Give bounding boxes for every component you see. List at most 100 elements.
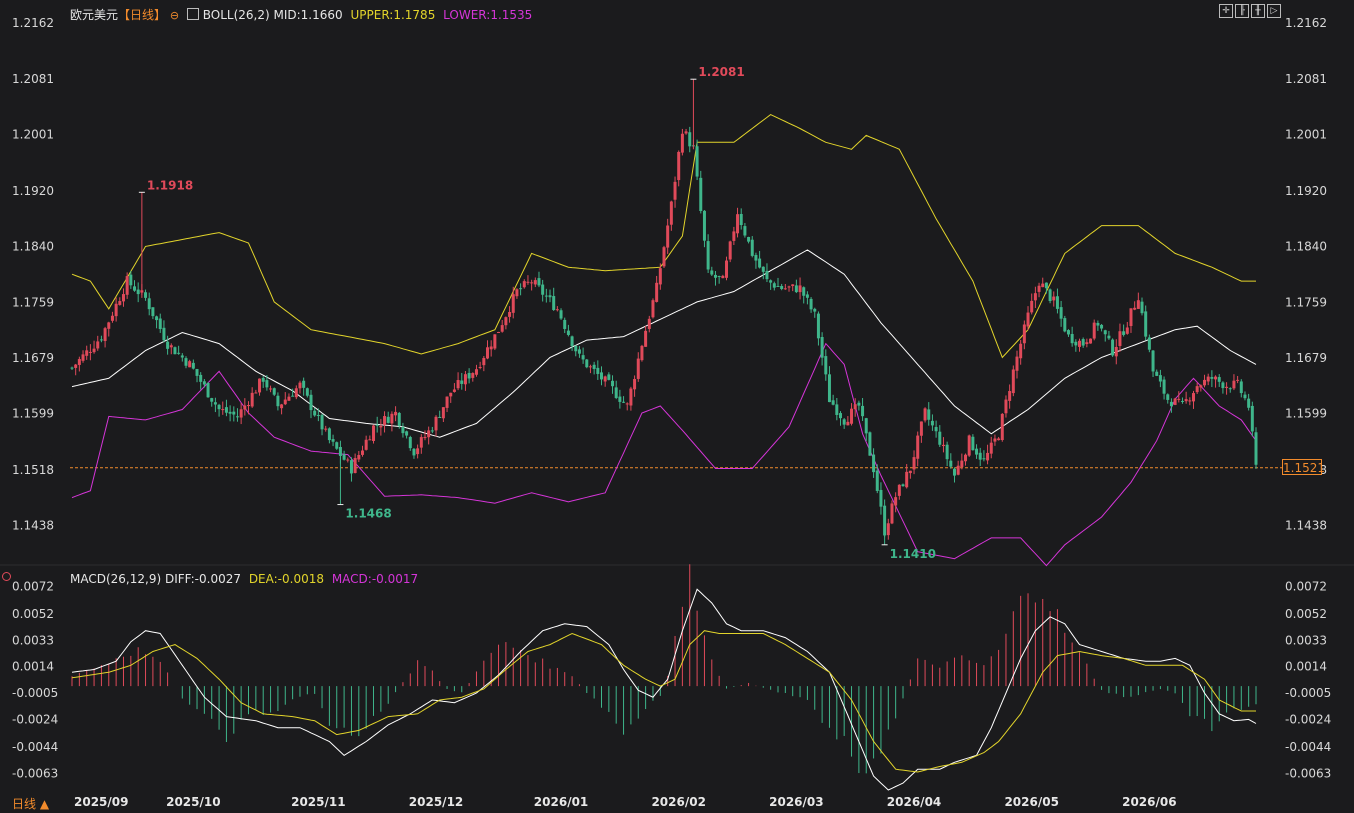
candle[interactable] xyxy=(85,345,89,360)
candle[interactable] xyxy=(1096,320,1100,331)
candle[interactable] xyxy=(508,306,512,323)
candle[interactable] xyxy=(1243,391,1247,401)
candle[interactable] xyxy=(298,380,302,394)
candle[interactable] xyxy=(1166,393,1170,404)
candle[interactable] xyxy=(103,326,107,348)
candle[interactable] xyxy=(467,368,471,384)
candle[interactable] xyxy=(978,447,982,467)
candle[interactable] xyxy=(261,376,265,388)
candle[interactable] xyxy=(629,386,633,411)
candle[interactable] xyxy=(412,448,416,459)
candle[interactable] xyxy=(125,272,129,299)
candle[interactable] xyxy=(588,364,592,374)
candle[interactable] xyxy=(1188,397,1192,406)
candle[interactable] xyxy=(74,363,78,376)
candle[interactable] xyxy=(173,346,177,355)
candle[interactable] xyxy=(1052,291,1056,307)
candle[interactable] xyxy=(368,435,372,441)
candle[interactable] xyxy=(107,321,111,337)
candle[interactable] xyxy=(372,424,376,444)
indicator-box-icon[interactable] xyxy=(186,8,199,20)
candle[interactable] xyxy=(1078,338,1082,352)
candle[interactable] xyxy=(548,289,552,303)
candle[interactable] xyxy=(952,467,956,483)
candle[interactable] xyxy=(864,417,868,442)
candle[interactable] xyxy=(408,435,412,451)
candle[interactable] xyxy=(662,245,666,268)
candle[interactable] xyxy=(1107,330,1111,340)
candle[interactable] xyxy=(699,170,703,214)
candle[interactable] xyxy=(1133,301,1137,311)
candle[interactable] xyxy=(772,281,776,291)
candle[interactable] xyxy=(1140,297,1144,316)
candle[interactable] xyxy=(1004,395,1008,418)
candle[interactable] xyxy=(313,408,317,417)
candle[interactable] xyxy=(184,356,188,369)
candle[interactable] xyxy=(460,372,464,390)
candle[interactable] xyxy=(570,335,574,351)
candle[interactable] xyxy=(721,274,725,279)
candle[interactable] xyxy=(1008,384,1012,409)
candle[interactable] xyxy=(224,399,228,417)
candle[interactable] xyxy=(787,285,791,292)
candle[interactable] xyxy=(191,359,195,370)
candle[interactable] xyxy=(941,437,945,453)
candle[interactable] xyxy=(581,347,585,364)
candle[interactable] xyxy=(151,307,155,320)
candle[interactable] xyxy=(239,403,243,425)
candle[interactable] xyxy=(482,356,486,372)
candle[interactable] xyxy=(1247,393,1251,411)
candle[interactable] xyxy=(611,375,615,394)
candle[interactable] xyxy=(622,396,626,403)
candle[interactable] xyxy=(717,275,721,284)
candle[interactable] xyxy=(728,240,732,263)
candle[interactable] xyxy=(158,313,162,333)
candle[interactable] xyxy=(1125,321,1129,335)
candle[interactable] xyxy=(1085,338,1089,348)
candle[interactable] xyxy=(169,343,173,355)
candle[interactable] xyxy=(1217,374,1221,387)
candle[interactable] xyxy=(1059,300,1063,327)
candle[interactable] xyxy=(99,335,103,343)
candle[interactable] xyxy=(1228,387,1232,393)
candle[interactable] xyxy=(379,418,383,436)
candle[interactable] xyxy=(1206,373,1210,386)
candle[interactable] xyxy=(761,266,765,280)
candle[interactable] xyxy=(636,352,640,382)
candle[interactable] xyxy=(96,335,100,351)
candle[interactable] xyxy=(633,375,637,397)
candle[interactable] xyxy=(1214,375,1218,388)
candle[interactable] xyxy=(463,370,467,391)
candle[interactable] xyxy=(802,286,806,304)
candle[interactable] xyxy=(474,364,478,377)
candle[interactable] xyxy=(824,349,828,381)
candle[interactable] xyxy=(986,444,990,465)
candle[interactable] xyxy=(118,297,122,306)
candle[interactable] xyxy=(702,210,706,248)
candle[interactable] xyxy=(960,453,964,470)
candle[interactable] xyxy=(456,372,460,391)
candle[interactable] xyxy=(945,441,949,467)
candle[interactable] xyxy=(831,394,835,406)
candle[interactable] xyxy=(555,306,559,312)
candle[interactable] xyxy=(1000,413,1004,442)
candle[interactable] xyxy=(486,340,490,360)
candle[interactable] xyxy=(254,389,258,394)
candle[interactable] xyxy=(1081,337,1085,348)
candle[interactable] xyxy=(861,397,865,422)
candle[interactable] xyxy=(765,263,769,283)
candle[interactable] xyxy=(754,252,758,269)
candle[interactable] xyxy=(1063,315,1067,333)
record-icon[interactable] xyxy=(2,572,11,581)
candle[interactable] xyxy=(897,484,901,500)
candle[interactable] xyxy=(1100,323,1104,332)
candle[interactable] xyxy=(938,425,942,448)
candle[interactable] xyxy=(235,408,239,422)
candle[interactable] xyxy=(872,448,876,478)
candle[interactable] xyxy=(390,411,394,432)
candle[interactable] xyxy=(438,410,442,418)
candle[interactable] xyxy=(640,344,644,362)
candle[interactable] xyxy=(430,426,434,434)
period-tag[interactable]: 【日线】 xyxy=(118,8,166,22)
candle[interactable] xyxy=(324,425,328,432)
